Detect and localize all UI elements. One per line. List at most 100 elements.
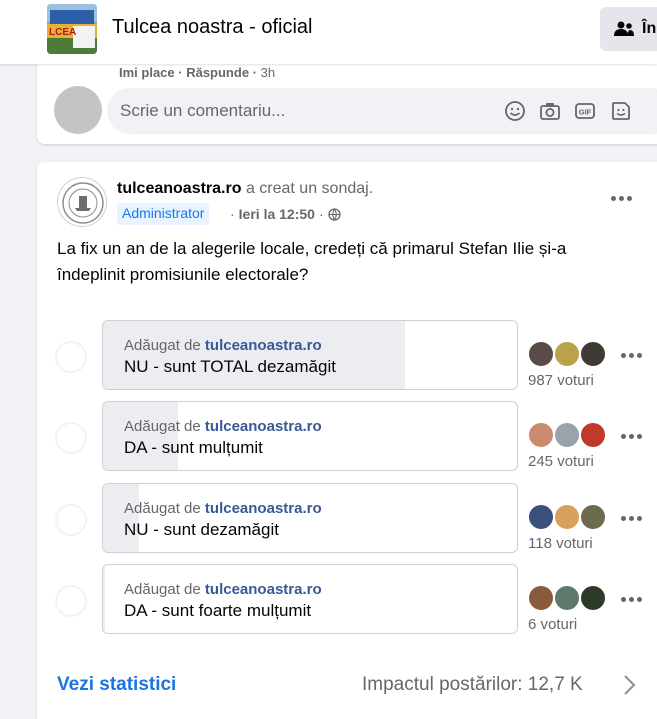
vote-count[interactable]: 6 voturi	[528, 616, 577, 633]
sticker-icon[interactable]	[610, 100, 632, 122]
post-time[interactable]: Ieri la 12:50	[239, 206, 315, 222]
group-title[interactable]: Tulcea noastra - oficial	[112, 16, 312, 39]
poll-option-label: NU - sunt dezamăgit	[124, 520, 279, 539]
vote-count[interactable]: 987 voturi	[528, 372, 594, 389]
more-dot	[629, 434, 634, 439]
more-dot	[637, 353, 642, 358]
poll-result-bar	[103, 484, 140, 552]
added-by-name[interactable]: tulceanoastra.ro	[205, 581, 322, 598]
poll-option[interactable]: Adăugat de tulceanoastra.ro DA - sunt fo…	[102, 564, 518, 634]
poll-result-bar	[103, 565, 105, 633]
separator: ·	[230, 206, 235, 222]
see-statistics-link[interactable]: Vezi statistici	[57, 674, 176, 696]
poll-option[interactable]: Adăugat de tulceanoastra.ro NU - sunt de…	[102, 483, 518, 553]
poll-option-label: DA - sunt mulțumit	[124, 438, 263, 457]
svg-text:GIF: GIF	[579, 108, 592, 117]
voter-avatars[interactable]	[527, 503, 617, 535]
more-dot	[637, 597, 642, 602]
separator: ·	[249, 65, 261, 80]
poll-post-card: tulceanoastra.ro a creat un sondaj. Admi…	[37, 162, 657, 719]
camera-icon[interactable]	[539, 100, 561, 122]
poll-radio[interactable]	[55, 341, 87, 373]
option-more-button[interactable]	[621, 516, 642, 521]
added-by-name[interactable]: tulceanoastra.ro	[205, 500, 322, 517]
post-impact-link[interactable]: Impactul postărilor: 12,7 K	[362, 674, 583, 696]
post-meta: · Ieri la 12:50 ·	[230, 206, 341, 222]
post-options-button[interactable]	[603, 186, 639, 210]
option-more-button[interactable]	[621, 353, 642, 358]
poll-added-by: Adăugat de tulceanoastra.ro	[124, 500, 322, 517]
added-by-name[interactable]: tulceanoastra.ro	[205, 418, 322, 435]
reply-comment-link[interactable]: Răspunde	[186, 65, 249, 80]
added-by-prefix: Adăugat de	[124, 337, 201, 354]
voter-avatar[interactable]	[527, 340, 555, 368]
poll-result-bar	[103, 321, 405, 389]
voter-avatar[interactable]	[553, 584, 581, 612]
poll-added-by: Adăugat de tulceanoastra.ro	[124, 418, 322, 435]
voter-avatar[interactable]	[553, 421, 581, 449]
user-avatar[interactable]	[54, 86, 102, 134]
poll-radio[interactable]	[55, 585, 87, 617]
thumb-text: LCEA	[49, 27, 76, 38]
voter-avatar[interactable]	[527, 421, 555, 449]
group-header: LCEA Tulcea noastra - oficial În	[0, 0, 657, 64]
more-dot	[629, 597, 634, 602]
smile-icon[interactable]	[504, 100, 526, 122]
like-comment-link[interactable]: Imi place	[119, 65, 175, 80]
post-author[interactable]: tulceanoastra.ro	[117, 180, 241, 197]
poll-option[interactable]: Adăugat de tulceanoastra.ro NU - sunt TO…	[102, 320, 518, 390]
added-by-prefix: Adăugat de	[124, 581, 201, 598]
more-dot	[629, 353, 634, 358]
more-dot	[621, 353, 626, 358]
audience-globe-icon[interactable]	[327, 207, 341, 221]
more-dot	[637, 516, 642, 521]
voter-avatars[interactable]	[527, 340, 617, 372]
gif-icon[interactable]: GIF	[574, 100, 596, 122]
comment-time[interactable]: 3h	[261, 65, 275, 80]
poll-option[interactable]: Adăugat de tulceanoastra.ro DA - sunt mu…	[102, 401, 518, 471]
chevron-right-icon[interactable]	[621, 674, 637, 696]
poll-option-row: Adăugat de tulceanoastra.ro NU - sunt TO…	[37, 320, 657, 392]
added-by-prefix: Adăugat de	[124, 418, 201, 435]
comment-actions: Imi place · Răspunde · 3h	[119, 65, 275, 80]
join-group-button[interactable]: În	[600, 7, 657, 51]
poll-added-by: Adăugat de tulceanoastra.ro	[124, 581, 322, 598]
voter-avatars[interactable]	[527, 421, 617, 453]
post-text: La fix un an de la alegerile locale, cre…	[57, 239, 567, 284]
more-dot	[629, 516, 634, 521]
poll-option-label: NU - sunt TOTAL dezamăgit	[124, 357, 336, 376]
members-icon	[614, 21, 634, 36]
poll-radio[interactable]	[55, 504, 87, 536]
option-more-button[interactable]	[621, 597, 642, 602]
voter-avatar[interactable]	[579, 421, 607, 449]
voter-avatar[interactable]	[579, 584, 607, 612]
more-dot	[637, 434, 642, 439]
poll-added-by: Adăugat de tulceanoastra.ro	[124, 337, 322, 354]
vote-count[interactable]: 245 voturi	[528, 453, 594, 470]
voter-avatar[interactable]	[553, 503, 581, 531]
voter-avatar[interactable]	[527, 503, 555, 531]
option-more-button[interactable]	[621, 434, 642, 439]
voter-avatars[interactable]	[527, 584, 617, 616]
poll-option-label: DA - sunt foarte mulțumit	[124, 601, 312, 620]
voter-avatar[interactable]	[527, 584, 555, 612]
more-dot	[626, 195, 632, 201]
comment-input[interactable]: Scrie un comentariu... GIF	[107, 88, 657, 134]
poll-option-row: Adăugat de tulceanoastra.ro DA - sunt fo…	[37, 564, 657, 636]
poll-option-row: Adăugat de tulceanoastra.ro NU - sunt de…	[37, 483, 657, 555]
voter-avatar[interactable]	[579, 503, 607, 531]
voter-avatar[interactable]	[579, 340, 607, 368]
more-dot	[621, 597, 626, 602]
more-dot	[610, 195, 616, 201]
post-author-line: tulceanoastra.ro a creat un sondaj.	[117, 180, 373, 198]
vote-count[interactable]: 118 voturi	[528, 535, 593, 552]
voter-avatar[interactable]	[553, 340, 581, 368]
added-by-name[interactable]: tulceanoastra.ro	[205, 337, 322, 354]
post-action: a creat un sondaj.	[245, 180, 374, 197]
admin-badge[interactable]: Administrator	[117, 203, 210, 225]
page-avatar[interactable]	[57, 177, 107, 227]
added-by-prefix: Adăugat de	[124, 500, 201, 517]
more-dot	[621, 434, 626, 439]
group-cover-thumbnail[interactable]: LCEA	[47, 4, 97, 54]
poll-radio[interactable]	[55, 422, 87, 454]
